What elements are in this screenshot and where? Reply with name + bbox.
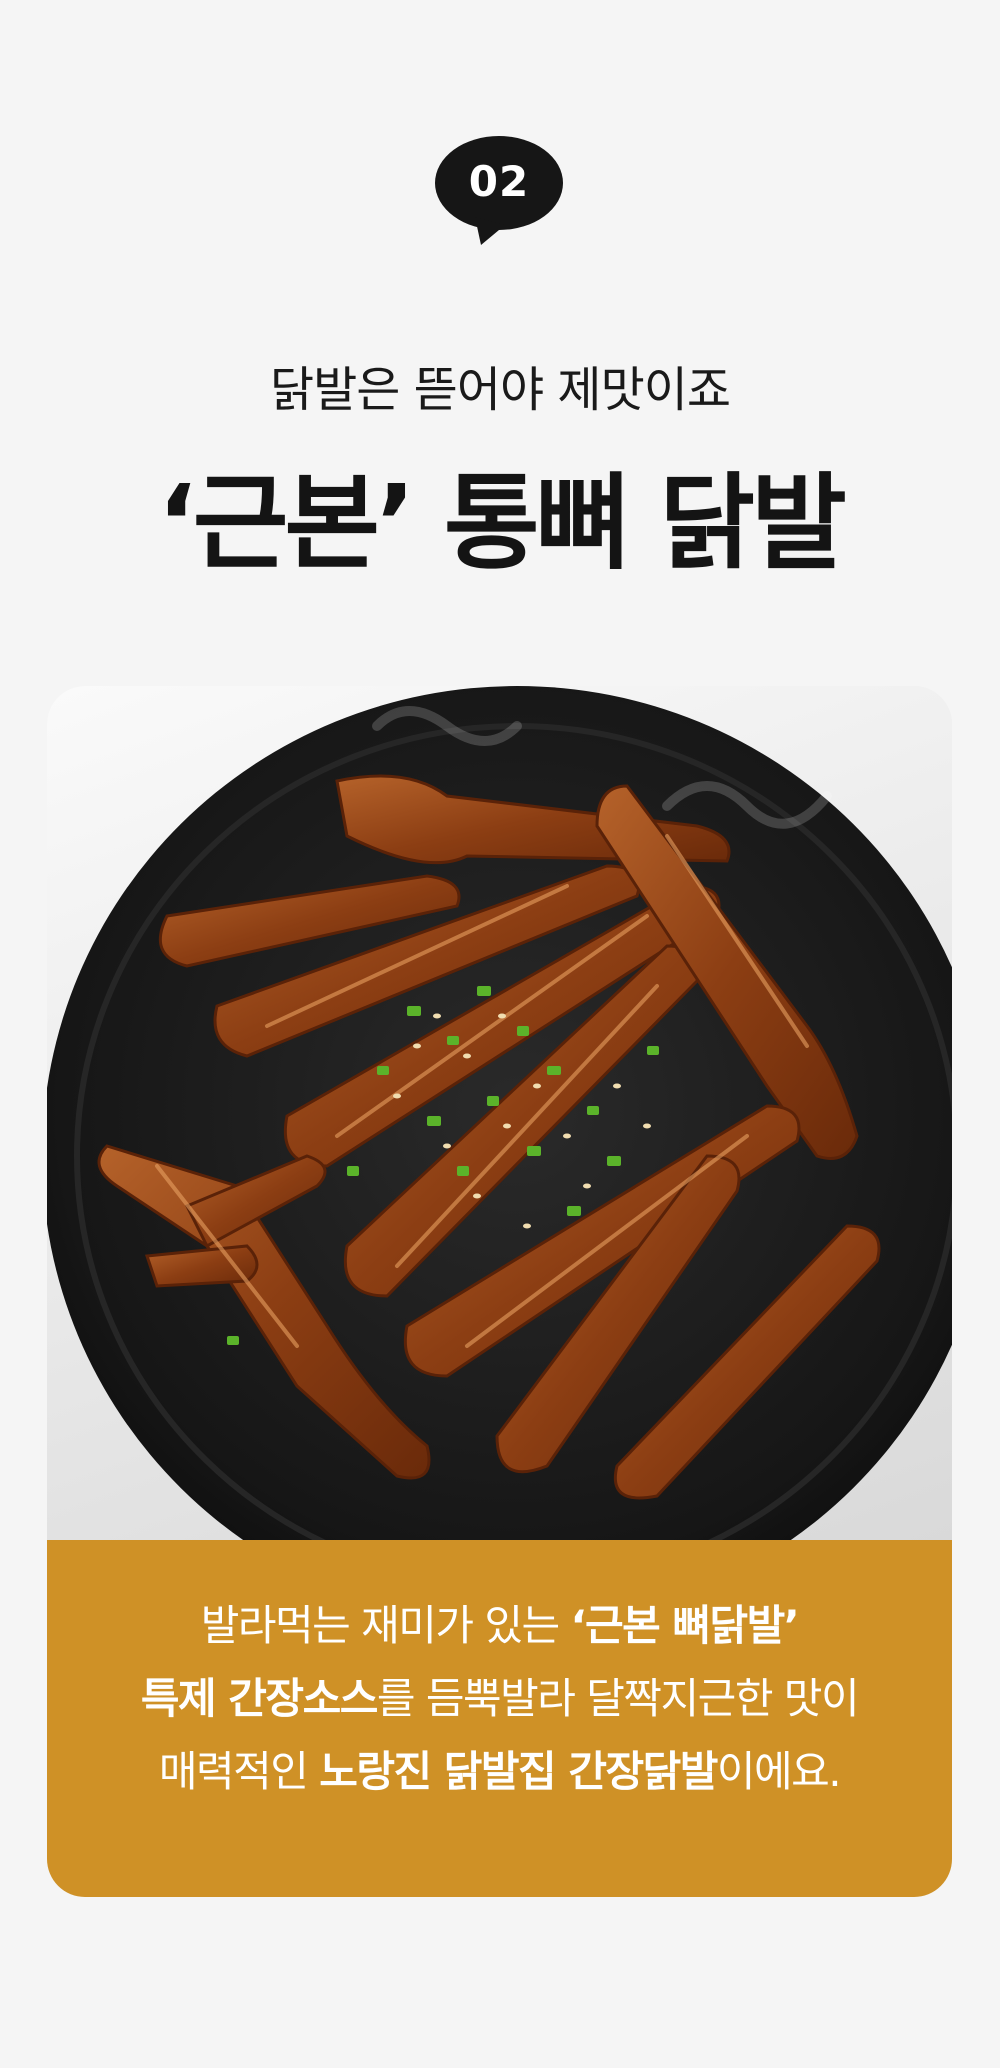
description-box: 발라먹는 재미가 있는 ‘근본 뼈닭발’ 특제 간장소스를 듬뿍발라 달짝지근한… bbox=[47, 1540, 952, 1897]
dish-illustration bbox=[47, 686, 952, 1540]
description-text: 를 듬뿍발라 달짝지근한 맛이 bbox=[376, 1674, 860, 1723]
description-text: 발라먹는 재미가 있는 bbox=[200, 1601, 571, 1650]
description-text: 이에요. bbox=[716, 1747, 842, 1796]
description-highlight: 노랑진 닭발집 간장닭발 bbox=[319, 1747, 718, 1796]
description-line-2: 특제 간장소스를 듬뿍발라 달짝지근한 맛이 bbox=[47, 1665, 952, 1726]
description-line-1: 발라먹는 재미가 있는 ‘근본 뼈닭발’ bbox=[47, 1592, 952, 1653]
product-card: 발라먹는 재미가 있는 ‘근본 뼈닭발’ 특제 간장소스를 듬뿍발라 달짝지근한… bbox=[47, 686, 952, 1897]
chicken-feet-dish-photo bbox=[47, 686, 952, 1540]
description-highlight: ‘근본 뼈닭발’ bbox=[570, 1601, 800, 1650]
description-highlight: 특제 간장소스 bbox=[140, 1674, 378, 1723]
description-line-3: 매력적인 노랑진 닭발집 간장닭발이에요. bbox=[47, 1738, 952, 1799]
section-title: ‘근본’ 통뼈 닭발 bbox=[157, 462, 847, 584]
step-number-badge: 02 bbox=[433, 135, 565, 245]
description-text: 매력적인 bbox=[158, 1747, 320, 1796]
badge-number: 02 bbox=[468, 157, 530, 206]
section-subtitle: 닭발은 뜯어야 제맛이죠 bbox=[269, 362, 731, 418]
